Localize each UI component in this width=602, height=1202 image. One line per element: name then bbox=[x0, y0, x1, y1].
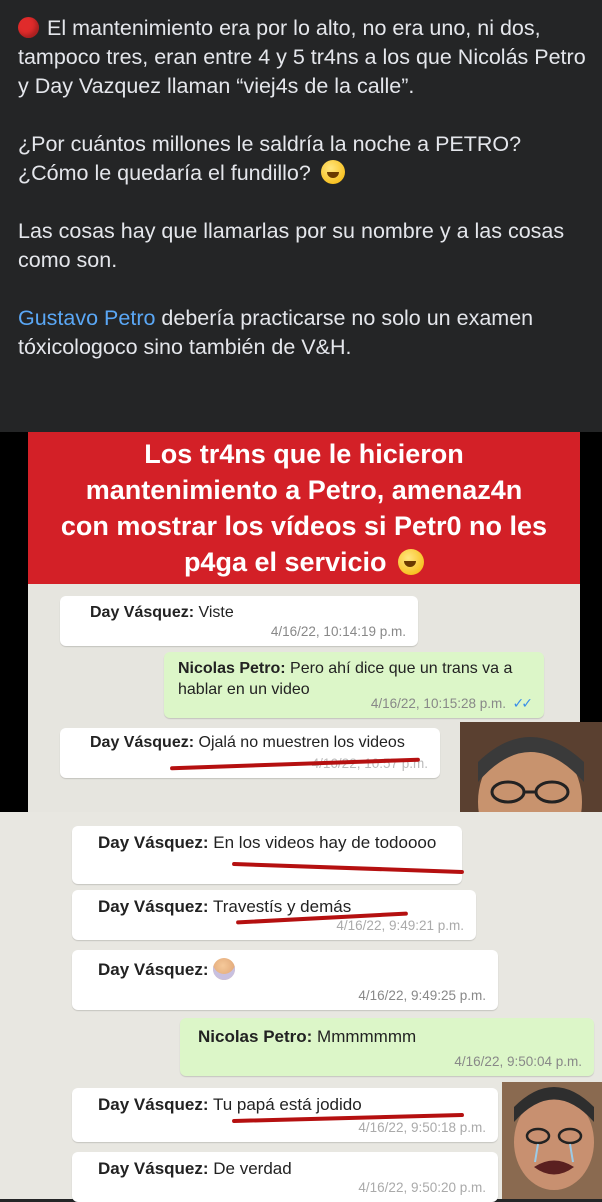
rolling-laughing-emoji-icon bbox=[320, 160, 345, 184]
chat-screenshot-2: Day Vásquez: En los videos hay de todooo… bbox=[0, 812, 602, 1202]
facepalm-emoji-icon bbox=[212, 958, 235, 980]
chat-message: Nicolas Petro: Pero ahí dice que un tran… bbox=[164, 652, 544, 718]
person-crying-photo bbox=[502, 1082, 602, 1199]
chat-message: Day Vásquez: Viste 4/16/22, 10:14:19 p.m… bbox=[60, 596, 418, 646]
double-check-icon: ✓✓ bbox=[512, 695, 534, 711]
chat-message: Day Vásquez: Travestís y demás 4/16/22, … bbox=[72, 890, 476, 940]
post-paragraph-1: El mantenimiento era por lo alto, no era… bbox=[18, 16, 586, 98]
post-paragraph-4: Gustavo Petro debería practicarse no sol… bbox=[18, 306, 534, 359]
post-paragraph-2: ¿Por cuántos millones le saldría la noch… bbox=[18, 132, 522, 185]
chat-message: Nicolas Petro: Mmmmmmm 4/16/22, 9:50:04 … bbox=[180, 1018, 594, 1076]
post-image[interactable]: Los tr4ns que le hicieron mantenimiento … bbox=[0, 432, 602, 1202]
post-paragraph-3: Las cosas hay que llamarlas por su nombr… bbox=[18, 219, 565, 272]
chat-message: Day Vásquez: 4/16/22, 9:49:25 p.m. bbox=[72, 950, 498, 1010]
person-crying-graphic bbox=[502, 1082, 602, 1199]
gustavo-petro-link[interactable]: Gustavo Petro bbox=[18, 306, 155, 330]
chat-message: Day Vásquez: En los videos hay de todooo… bbox=[72, 826, 462, 884]
headline-banner: Los tr4ns que le hicieron mantenimiento … bbox=[28, 432, 580, 584]
rolling-laughing-emoji-icon bbox=[398, 549, 425, 575]
chat-message: Day Vásquez: Ojalá no muestren los video… bbox=[60, 728, 440, 778]
chat-message: Day Vásquez: De verdad 4/16/22, 9:50:20 … bbox=[72, 1152, 498, 1202]
red-circle-icon bbox=[18, 17, 39, 38]
post-text: El mantenimiento era por lo alto, no era… bbox=[18, 14, 588, 391]
